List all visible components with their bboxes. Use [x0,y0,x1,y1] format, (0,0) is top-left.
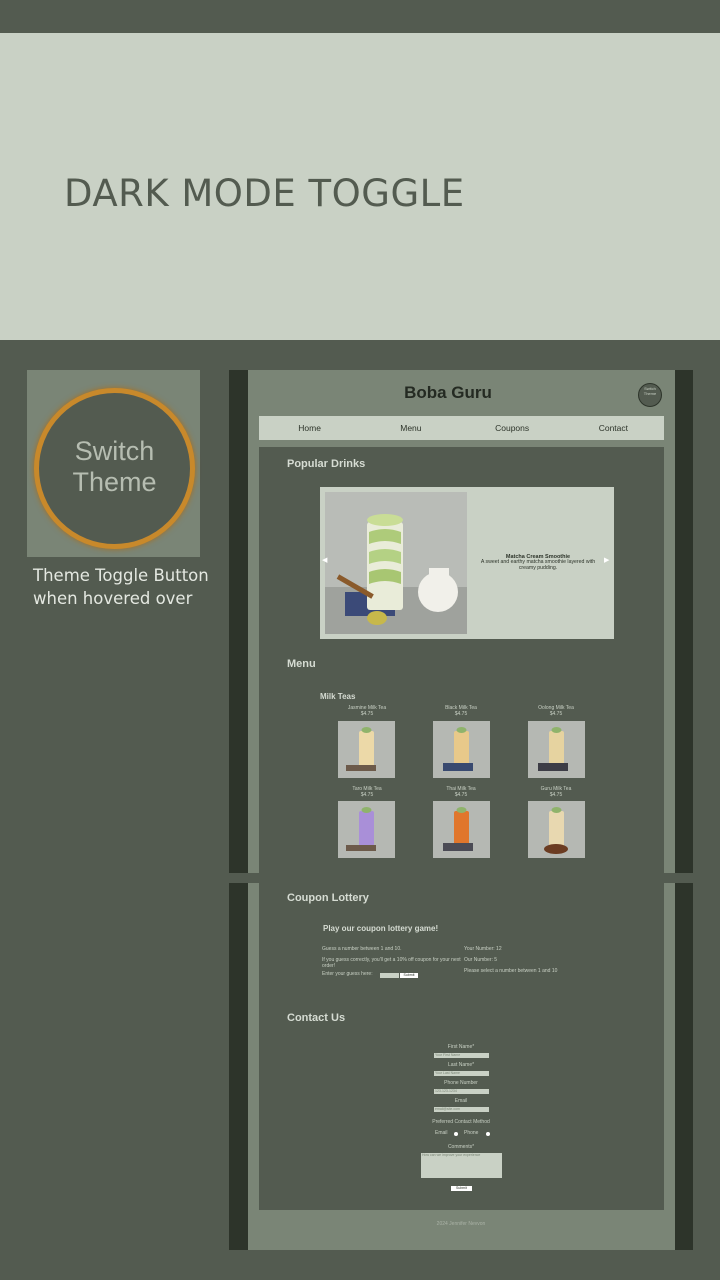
menu-item-image [528,721,585,778]
coupon-heading: Coupon Lottery [287,892,369,904]
site-title: Boba Guru [404,383,492,402]
email-input[interactable]: email@site.com [434,1107,489,1112]
menu-item-image [338,801,395,858]
menu-heading: Menu [287,658,316,670]
coupon-message: Please select a number between 1 and 10 [464,968,558,974]
pref-phone-label: Phone [464,1130,479,1136]
coupon-subheading: Play our coupon lottery game! [323,924,439,933]
our-number: Our Number: 5 [464,957,498,963]
preferred-contact-label: Preferred Contact Method [432,1119,490,1125]
comments-label: Comments* [447,1144,475,1150]
coupon-instructions-2: If you guess correctly, you'll get a 10%… [322,957,461,969]
guess-label: Enter your guess here: [322,971,373,977]
nav-menu[interactable]: Menu [360,416,461,440]
hovered-toggle-label: Switch Theme [72,436,157,497]
last-name-input[interactable]: Your Last Name [434,1071,489,1076]
menu-item-image [433,721,490,778]
menu-item-name: Oolong Milk Tea $4.75 [538,705,574,717]
footer-text: 2024 Jennifer Nevvon [436,1221,486,1227]
pref-email-label: Email [435,1130,448,1136]
phone-label: Phone Number [444,1080,478,1086]
nav-coupons[interactable]: Coupons [462,416,563,440]
email-label: Email [454,1098,468,1104]
menu-item-name: Jasmine Milk Tea $4.75 [347,705,387,717]
coupon-instructions-1: Guess a number between 1 and 10. [322,946,402,952]
matcha-smoothie-image [325,492,467,634]
carousel-prev-icon[interactable]: ◀ [322,556,327,564]
menu-category: Milk Teas [320,692,356,701]
guess-input[interactable] [380,973,399,978]
popular-heading: Popular Drinks [287,458,366,470]
contact-submit-button[interactable]: Submit [451,1186,472,1191]
last-name-label: Last Name* [447,1062,475,1068]
phone-input[interactable]: 123-123-1234 [434,1089,489,1094]
menu-item-name: Taro Milk Tea $4.75 [352,786,382,798]
menu-item-name: Thai Milk Tea $4.75 [446,786,476,798]
hover-caption: Theme Toggle Button when hovered over [33,566,209,608]
nav-home[interactable]: Home [259,416,360,440]
theme-toggle-button[interactable]: Switch Theme [638,383,662,407]
nav-contact[interactable]: Contact [563,416,664,440]
menu-item-image [338,721,395,778]
pref-email-radio[interactable] [454,1132,458,1136]
contact-heading: Contact Us [287,1012,346,1024]
banner-title: DARK MODE TOGGLE [64,172,465,215]
menu-item-image [528,801,585,858]
guess-submit-button[interactable]: Submit [400,973,418,978]
carousel-image [325,492,467,634]
nav-bar: Home Menu Coupons Contact [259,416,664,440]
first-name-input[interactable]: Your First Name [434,1053,489,1058]
carousel-slide-desc: A sweet and earthy matcha smoothie layer… [480,559,596,571]
menu-item-image [433,801,490,858]
first-name-label: First Name* [447,1044,475,1050]
pref-phone-radio[interactable] [486,1132,490,1136]
comments-textarea[interactable]: How can we improve your experience [421,1153,502,1178]
your-number: Your Number: 12 [464,946,502,952]
menu-item-name: Black Milk Tea $4.75 [445,705,477,717]
menu-item-name: Guru Milk Tea $4.75 [540,786,572,798]
